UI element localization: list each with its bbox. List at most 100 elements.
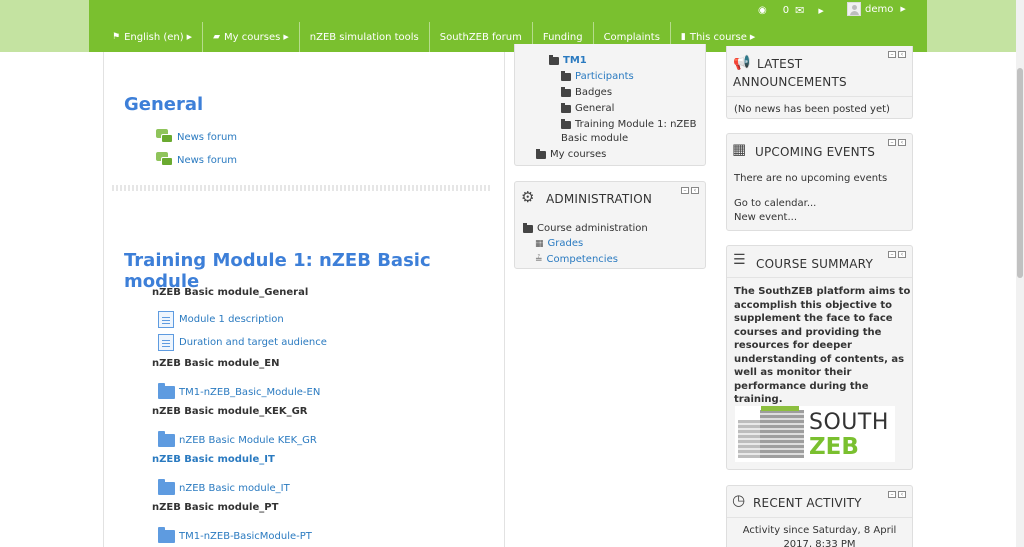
tree-item-course-admin[interactable]: Course administration [523, 222, 648, 234]
tree-item-participants[interactable]: Participants [561, 70, 634, 82]
block-title: UPCOMING EVENTS [755, 145, 876, 159]
tree-label[interactable]: Basic module [561, 133, 628, 144]
page-icon [158, 334, 174, 351]
dock-icon[interactable]: ‹ [898, 491, 906, 498]
tree-label[interactable]: Badges [575, 87, 612, 98]
recent-activity-block: – ‹ ◷ RECENT ACTIVITY Activity since Sat… [726, 485, 913, 547]
minimize-icon[interactable]: – [888, 51, 896, 58]
activity-since-line: Activity since Saturday, 8 April [742, 525, 897, 536]
page-icon [158, 311, 174, 328]
divider [727, 517, 912, 518]
tree-label[interactable]: Competencies [547, 254, 618, 265]
competencies-icon: ≟ [535, 254, 543, 265]
user-menu[interactable]: demo ▶ [847, 2, 906, 16]
folder-icon [561, 86, 571, 97]
scrollbar-thumb[interactable] [1017, 68, 1023, 278]
activity-since-line: 2017, 8:33 PM [783, 538, 856, 547]
folder-icon [561, 102, 571, 113]
top-navbar: ◉ 0 ✉ ▶ demo ▶ ⚑ English (en) ▶ ▰ My cou… [89, 0, 927, 52]
tree-item-badges[interactable]: Badges [561, 86, 612, 98]
menu-label: English (en) [124, 31, 184, 43]
menu-label: This course [689, 31, 747, 43]
tree-item-tm1[interactable]: TM1 [549, 54, 587, 66]
tree-label[interactable]: My courses [550, 149, 606, 160]
book-icon: ▮ [680, 32, 686, 42]
activity-link[interactable]: Duration and target audience [179, 337, 327, 348]
activity-page[interactable]: Duration and target audience [158, 334, 327, 351]
forum-icon [156, 129, 174, 145]
label-pt: nZEB Basic module_PT [152, 502, 279, 513]
activity-link[interactable]: nZEB Basic module_IT [179, 483, 290, 494]
activity-link[interactable]: Module 1 description [179, 314, 284, 325]
block-controls[interactable]: – ‹ [888, 51, 906, 58]
summary-line: well as monitor their [734, 367, 852, 378]
tree-label[interactable]: Grades [548, 238, 584, 249]
dock-icon[interactable]: ‹ [898, 139, 906, 146]
activity-link[interactable]: TM1-nZEB-BasicModule-PT [179, 531, 312, 542]
activity-page[interactable]: Module 1 description [158, 311, 284, 328]
page-scrollbar[interactable] [1016, 0, 1024, 547]
envelope-icon[interactable]: ✉ [795, 4, 804, 17]
dock-icon[interactable]: ‹ [691, 187, 699, 194]
activity-folder[interactable]: nZEB Basic module_IT [158, 479, 290, 495]
tree-item-my-courses[interactable]: My courses [536, 148, 606, 160]
upcoming-events-block: – ‹ ▦ UPCOMING EVENTS There are no upcom… [726, 133, 913, 231]
tree-item-general[interactable]: General [561, 102, 614, 114]
summary-line: supplement the face to face [734, 313, 893, 324]
tree-label[interactable]: Participants [575, 71, 634, 82]
tree-item-training-module-cont[interactable]: Basic module [561, 133, 628, 144]
megaphone-icon: 📢 [733, 55, 751, 71]
tree-label[interactable]: TM1 [563, 55, 587, 66]
logo-south-text: SOUTH [809, 410, 889, 435]
dock-icon[interactable]: ‹ [898, 51, 906, 58]
menu-simulation-tools[interactable]: nZEB simulation tools [298, 22, 429, 52]
menu-label: nZEB simulation tools [309, 31, 419, 43]
activity-news-forum[interactable]: News forum [156, 152, 237, 168]
block-title-cont: ANNOUNCEMENTS [733, 75, 847, 89]
activity-folder[interactable]: nZEB Basic Module KEK_GR [158, 431, 317, 447]
activity-folder[interactable]: TM1-nZEB_Basic_Module-EN [158, 383, 320, 399]
gear-icon: ⚙ [521, 188, 535, 206]
block-controls[interactable]: – ‹ [888, 139, 906, 146]
chevron-right-icon[interactable]: ▶ [818, 7, 823, 15]
minimize-icon[interactable]: – [681, 187, 689, 194]
go-to-calendar-link[interactable]: Go to calendar... [734, 197, 816, 211]
tree-label[interactable]: Course administration [537, 223, 648, 234]
new-event-link[interactable]: New event... [734, 211, 797, 225]
forum-icon [156, 152, 174, 168]
tree-label[interactable]: Training Module 1: nZEB [575, 119, 696, 130]
menu-label: Funding [542, 31, 583, 43]
notification-icon[interactable]: ◉ [758, 5, 767, 16]
activity-folder[interactable]: TM1-nZEB-BasicModule-PT [158, 527, 312, 543]
activity-link[interactable]: News forum [177, 155, 237, 166]
menu-language[interactable]: ⚑ English (en) ▶ [89, 22, 202, 52]
tree-item-competencies[interactable]: ≟ Competencies [535, 254, 618, 265]
activity-link[interactable]: News forum [177, 132, 237, 143]
minimize-icon[interactable]: – [888, 139, 896, 146]
activity-link[interactable]: nZEB Basic Module KEK_GR [179, 435, 317, 446]
chevron-right-icon: ▶ [900, 5, 906, 13]
block-controls[interactable]: – ‹ [888, 251, 906, 258]
minimize-icon[interactable]: – [888, 251, 896, 258]
block-controls[interactable]: – ‹ [681, 187, 699, 194]
activity-link[interactable]: TM1-nZEB_Basic_Module-EN [179, 387, 320, 398]
header-strip-right [927, 0, 1016, 52]
summary-line: accomplish this objective to [734, 299, 893, 311]
folder-icon [536, 148, 546, 159]
messages-area[interactable]: ◉ 0 ✉ ▶ [758, 4, 824, 17]
tree-item-grades[interactable]: ▦ Grades [535, 238, 583, 249]
block-title: RECENT ACTIVITY [753, 496, 862, 510]
tree-label[interactable]: General [575, 103, 614, 114]
activity-news-forum[interactable]: News forum [156, 129, 237, 145]
menu-my-courses[interactable]: ▰ My courses ▶ [202, 22, 299, 52]
tree-item-training-module[interactable]: Training Module 1: nZEB [561, 118, 696, 130]
minimize-icon[interactable]: – [888, 491, 896, 498]
dock-icon[interactable]: ‹ [898, 251, 906, 258]
block-title: COURSE SUMMARY [756, 257, 873, 271]
block-controls[interactable]: – ‹ [888, 491, 906, 498]
label-it[interactable]: nZEB Basic module_IT [152, 454, 275, 465]
block-title: LATEST [757, 57, 803, 71]
summary-line: understanding of contents, as [734, 353, 905, 365]
folder-open-icon [549, 54, 559, 65]
label-kek: nZEB Basic module_KEK_GR [152, 406, 308, 417]
